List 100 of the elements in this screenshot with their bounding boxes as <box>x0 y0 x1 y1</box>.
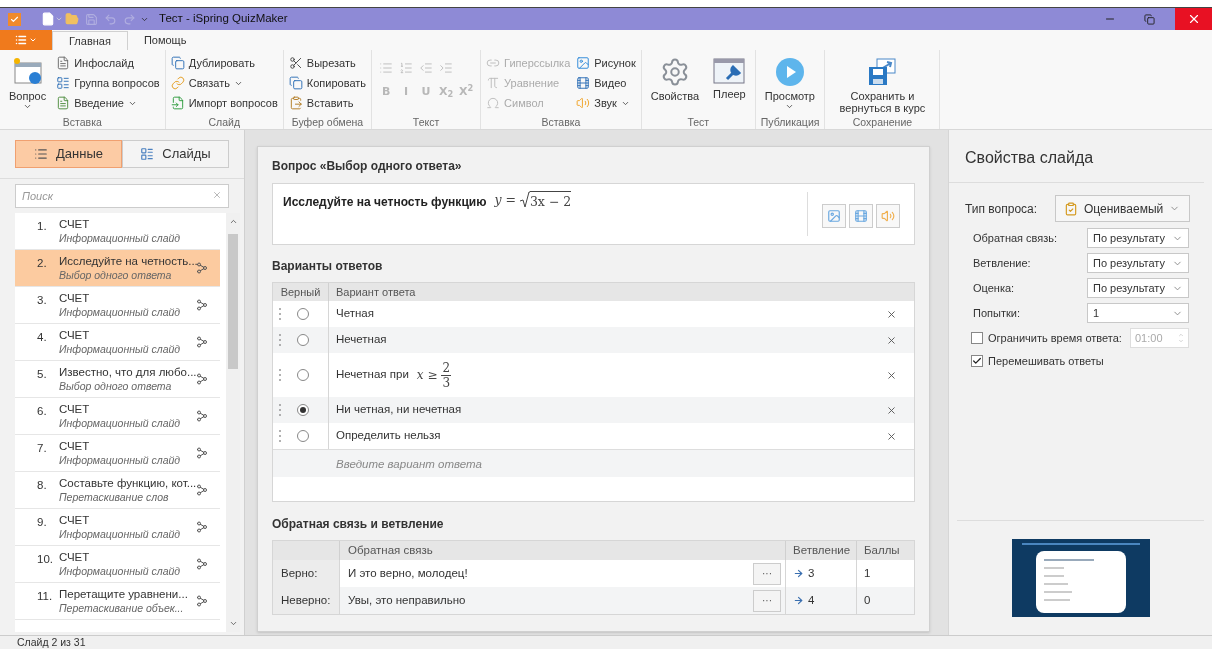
ribbon-button[interactable]: Плеер <box>709 53 750 100</box>
new-file-icon[interactable] <box>41 12 55 26</box>
panel-title: Свойства слайда <box>949 130 1204 183</box>
slide-title: Составьте функцию, кот... <box>59 476 196 490</box>
slide-type: Информационный слайд <box>59 342 182 356</box>
undo-icon[interactable] <box>104 12 117 26</box>
folder-icon[interactable] <box>65 12 79 26</box>
slide-number: 2. <box>37 256 48 271</box>
clear-icon[interactable] <box>212 190 222 200</box>
ribbon-tab[interactable]: Главная <box>52 31 128 50</box>
scroll-up-icon[interactable] <box>228 217 238 226</box>
new-answer-field[interactable]: Введите вариант ответа <box>273 449 914 477</box>
delete-icon[interactable] <box>886 430 897 442</box>
column-header: Баллы <box>863 543 901 558</box>
radio-button[interactable] <box>297 334 309 346</box>
panel-tab[interactable]: Слайды <box>122 140 229 168</box>
score-cell-text: 1 <box>863 565 872 581</box>
search-field[interactable]: Поиск <box>15 184 229 208</box>
dropdown[interactable]: По результату <box>1087 228 1189 248</box>
ribbon-button[interactable]: Сохранить и вернуться в курс <box>830 53 935 114</box>
ribbon-button[interactable]: Вопрос <box>5 53 51 111</box>
branch-icon <box>196 484 208 496</box>
slide-type: Выбор одного ответа <box>59 268 173 282</box>
menu-icon <box>15 34 27 46</box>
ribbon-button[interactable]: Просмотр <box>760 53 819 111</box>
media-button[interactable] <box>876 204 900 228</box>
scroll-down-icon[interactable] <box>228 619 238 628</box>
speaker-icon <box>881 209 895 223</box>
group-label: Вставка <box>540 115 582 129</box>
radio-button[interactable] <box>297 404 309 416</box>
slide-number: 5. <box>37 367 48 382</box>
ribbon-button[interactable]: Импорт вопросов <box>170 93 278 113</box>
ribbon-button[interactable]: Группа вопросов <box>56 73 160 93</box>
ribbon-button[interactable]: Видео <box>576 73 636 93</box>
radio-button[interactable] <box>297 308 309 320</box>
delete-icon[interactable] <box>886 334 897 346</box>
answer-text: Нечетная при <box>336 367 409 383</box>
restore-icon[interactable] <box>1144 13 1155 25</box>
slide-title: СЧЕТ <box>59 291 91 305</box>
save-icon[interactable] <box>85 12 98 26</box>
answer-row[interactable]: Нечетная <box>273 327 914 353</box>
slide-list-item[interactable]: 2. Исследуйте на четность... Выбор одного ответа <box>15 250 220 287</box>
ribbon-button[interactable]: Свойства <box>646 53 704 102</box>
question-type-dropdown[interactable]: Оцениваемый <box>1055 195 1190 222</box>
drag-handle-icon[interactable] <box>279 369 281 381</box>
branch-target[interactable]: 3 <box>808 564 815 583</box>
branch-target[interactable]: 4 <box>808 591 815 610</box>
ribbon-button[interactable]: Вырезать <box>288 53 367 73</box>
drag-handle-icon[interactable] <box>279 308 281 320</box>
checkbox-label: Перемешивать ответы <box>988 354 1105 369</box>
radio-button[interactable] <box>297 430 309 442</box>
answer-text: Нечетная <box>336 332 387 348</box>
ribbon-button[interactable]: Рисунок <box>576 53 636 73</box>
ribbon-button[interactable]: Звук <box>576 93 636 113</box>
media-button[interactable] <box>849 204 873 228</box>
question-field[interactable]: Исследуйте на четность функцию y = 3x − 2 <box>272 183 915 245</box>
branch-icon <box>196 262 208 274</box>
media-button[interactable] <box>822 204 846 228</box>
slides-icon <box>140 147 155 161</box>
more-button[interactable]: ··· <box>753 562 781 585</box>
answer-row[interactable]: Ни четная, ни нечетная <box>273 397 914 423</box>
answer-text: Ни четная, ни нечетная <box>336 402 462 418</box>
slide-number: 6. <box>37 404 48 419</box>
ribbon-button[interactable]: Связать <box>170 73 278 93</box>
redo-icon[interactable] <box>123 12 136 26</box>
player-wrench-icon <box>713 57 746 85</box>
ribbon-button[interactable]: Дублировать <box>170 53 278 73</box>
spin-down-icon[interactable] <box>1178 338 1184 344</box>
caret-icon[interactable] <box>55 15 63 23</box>
film-icon <box>854 209 868 223</box>
radio-button[interactable] <box>297 369 309 381</box>
delete-icon[interactable] <box>886 369 897 381</box>
panel-tab[interactable]: Данные <box>15 140 122 168</box>
file-menu-button[interactable] <box>0 30 52 50</box>
drag-handle-icon[interactable] <box>279 430 281 442</box>
more-button[interactable]: ··· <box>753 589 781 612</box>
dropdown[interactable]: 1 <box>1087 303 1189 323</box>
ribbon-button[interactable]: Вставить <box>288 93 367 113</box>
ribbon-button[interactable]: Инфослайд <box>56 53 160 73</box>
window-title: Тест - iSpring QuizMaker <box>159 11 289 27</box>
drag-handle-icon[interactable] <box>279 404 281 416</box>
scroll-thumb[interactable] <box>228 234 238 369</box>
slide-type: Информационный слайд <box>59 305 182 319</box>
delete-icon[interactable] <box>886 308 897 320</box>
spin-up-icon[interactable] <box>1178 332 1184 338</box>
ribbon-tab[interactable]: Помощь <box>127 31 203 50</box>
slide-type: Информационный слайд <box>59 416 182 430</box>
slide-number: 4. <box>37 330 48 345</box>
delete-icon[interactable] <box>886 404 897 416</box>
drag-handle-icon[interactable] <box>279 334 281 346</box>
checkbox[interactable] <box>971 355 983 368</box>
dropdown[interactable]: По результату <box>1087 278 1189 298</box>
branch-icon <box>196 521 208 533</box>
ribbon-button[interactable]: Копировать <box>288 73 367 93</box>
dropdown[interactable]: По результату <box>1087 253 1189 273</box>
ribbon-button[interactable]: Введение <box>56 93 160 113</box>
answer-text: Определить нельзя <box>336 428 441 444</box>
slide-thumbnail-drawing[interactable] <box>1011 539 1150 617</box>
close-button[interactable] <box>1175 8 1212 30</box>
checkbox[interactable] <box>971 332 983 344</box>
